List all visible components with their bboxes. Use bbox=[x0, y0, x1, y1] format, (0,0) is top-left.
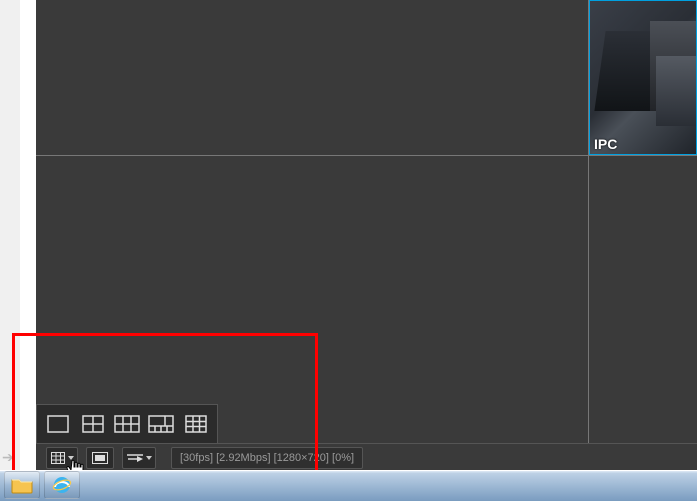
status-resolution: [1280×720] bbox=[274, 452, 329, 464]
split-view-dropdown-button[interactable] bbox=[46, 447, 78, 469]
playback-toolbar: [30fps] [2.92Mbps] [1280×720] [0%] bbox=[36, 443, 697, 471]
display-ratio-dropdown-button[interactable] bbox=[122, 447, 156, 469]
grid-horizontal-divider bbox=[36, 155, 697, 156]
split-option-8[interactable] bbox=[147, 413, 175, 435]
grid-6-icon bbox=[114, 415, 140, 433]
grid-1-icon bbox=[47, 415, 69, 433]
split-option-4[interactable] bbox=[79, 413, 107, 435]
chevron-down-icon bbox=[146, 456, 152, 460]
stream-status-readout: [30fps] [2.92Mbps] [1280×720] [0%] bbox=[171, 447, 363, 469]
split-option-1[interactable] bbox=[44, 413, 72, 435]
status-fps: [30fps] bbox=[180, 452, 213, 464]
fullscreen-icon bbox=[92, 452, 108, 464]
folder-icon bbox=[11, 476, 33, 494]
taskbar-item-browser[interactable] bbox=[44, 471, 80, 499]
camera-image-placeholder bbox=[656, 56, 696, 126]
left-white-margin bbox=[20, 0, 36, 480]
grid-8-icon bbox=[148, 415, 174, 433]
video-grid-viewport: IPC bbox=[36, 0, 697, 471]
split-option-6[interactable] bbox=[113, 413, 141, 435]
grid-icon bbox=[51, 452, 65, 464]
left-scroll-gutter bbox=[0, 0, 20, 480]
ratio-icon bbox=[127, 453, 143, 463]
camera-tile-ipc[interactable]: IPC bbox=[589, 0, 697, 155]
chevron-down-icon bbox=[68, 456, 74, 460]
fullscreen-button[interactable] bbox=[86, 447, 114, 469]
gutter-arrow-icon: ➔ bbox=[2, 450, 14, 464]
grid-4-icon bbox=[82, 415, 104, 433]
status-loss: [0%] bbox=[332, 452, 354, 464]
split-view-popup bbox=[36, 404, 218, 444]
taskbar-item-explorer[interactable] bbox=[4, 471, 40, 499]
windows-taskbar bbox=[0, 470, 697, 501]
status-bitrate: [2.92Mbps] bbox=[216, 452, 270, 464]
camera-label: IPC bbox=[594, 136, 617, 152]
ie-icon bbox=[52, 475, 72, 495]
split-option-9[interactable] bbox=[182, 413, 210, 435]
grid-9-icon bbox=[185, 415, 207, 433]
